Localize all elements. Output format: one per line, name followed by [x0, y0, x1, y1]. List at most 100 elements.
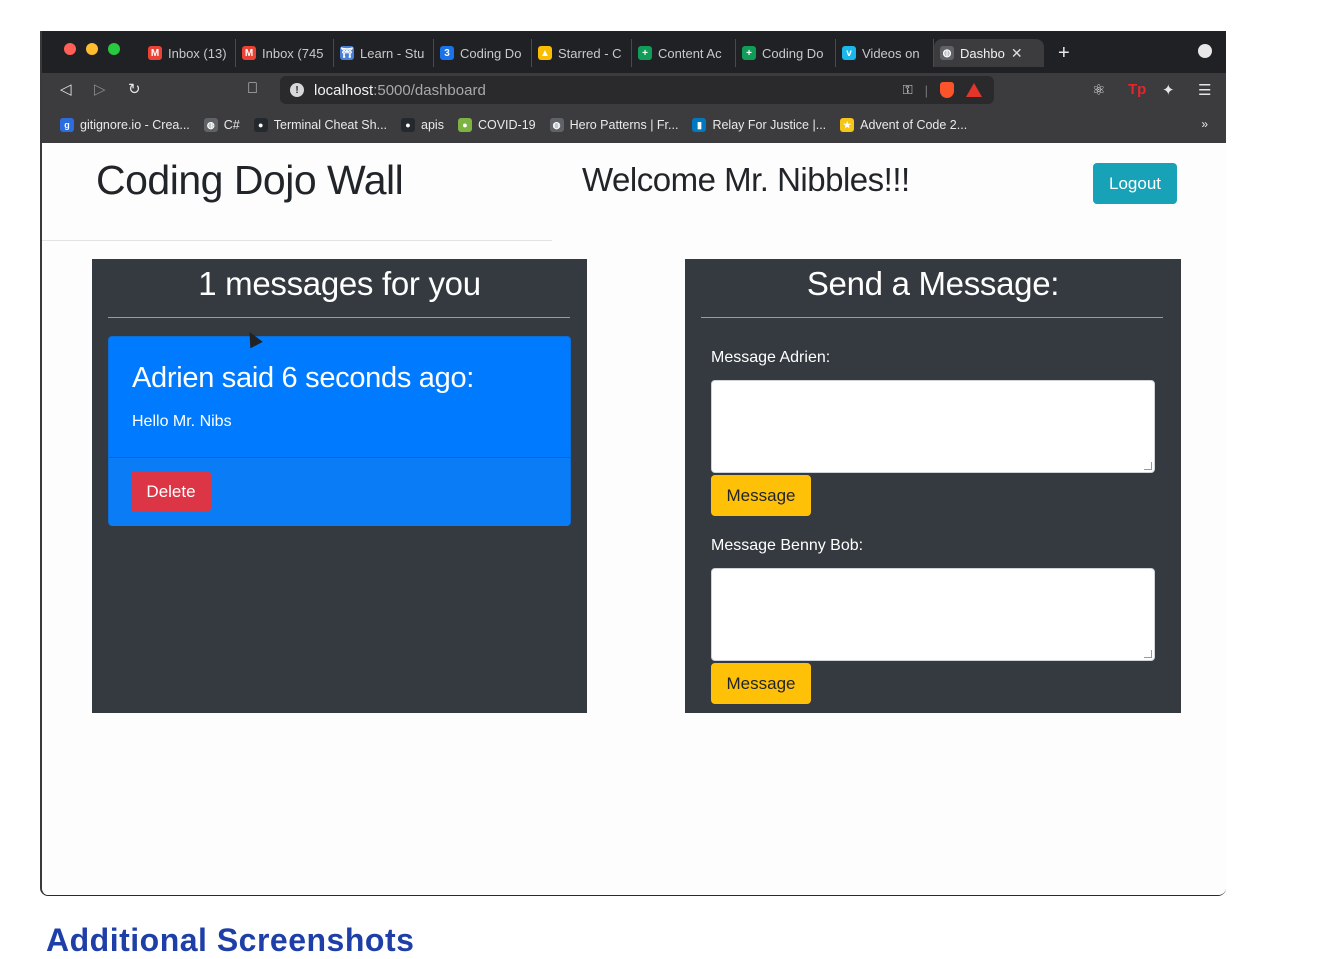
covid-icon: ●: [457, 118, 472, 132]
message-adrien-button[interactable]: Message: [711, 475, 811, 516]
message-card: Adrien said 6 seconds ago: Hello Mr. Nib…: [108, 336, 571, 526]
react-devtools-icon[interactable]: ⚛: [1092, 81, 1105, 99]
messages-panel: 1 messages for you Adrien said 6 seconds…: [92, 259, 587, 713]
tab-label: Inbox (745: [262, 45, 324, 61]
bookmark-item[interactable]: g gitignore.io - Crea...: [60, 118, 190, 132]
tab-label: Learn - Stu: [360, 45, 425, 61]
tab-search-icon[interactable]: [1198, 44, 1212, 58]
bookmark-item[interactable]: ◍ C#: [203, 118, 240, 132]
tab-label: Dashbo: [960, 45, 1005, 61]
section-caption: Additional Screenshots: [46, 922, 415, 958]
bookmark-label: gitignore.io - Crea...: [80, 118, 190, 132]
zoom-window-icon[interactable]: [108, 43, 120, 55]
bookmark-item[interactable]: ★ Advent of Code 2...: [840, 118, 967, 132]
menu-icon[interactable]: ☰: [1198, 81, 1211, 99]
tp-extension-icon[interactable]: Tp: [1128, 81, 1146, 98]
star-icon: ★: [840, 118, 855, 132]
globe-icon: ◍: [549, 118, 564, 132]
extensions-icon[interactable]: ✦: [1162, 81, 1175, 99]
tab-strip: M Inbox (13) M Inbox (745 ⛩ Learn - Stu 3 Codin…: [142, 39, 1070, 67]
bookmark-icon[interactable]: ⎕: [248, 80, 257, 97]
forward-icon[interactable]: ▷: [94, 80, 106, 98]
delete-button[interactable]: Delete: [131, 471, 211, 512]
bookmark-item[interactable]: ● COVID-19: [457, 118, 536, 132]
message-card-footer: Delete: [109, 457, 570, 526]
tab-label: Coding Do: [460, 45, 522, 61]
close-tab-icon[interactable]: ✕: [1011, 45, 1023, 62]
message-benny-bob-label: Message Benny Bob:: [711, 537, 864, 554]
globe-icon: ◍: [203, 118, 218, 132]
minimize-window-icon[interactable]: [86, 43, 98, 55]
brave-shields-icon[interactable]: [940, 82, 954, 98]
tab-bar: M Inbox (13) M Inbox (745 ⛩ Learn - Stu 3 Codin…: [42, 31, 1226, 73]
browser-toolbar: ◁ ▷ ↻ ⎕ ! localhost:5000/dashboard ⚿ | ⚛…: [42, 73, 1226, 107]
browser-tab[interactable]: v Videos on: [836, 39, 934, 67]
browser-tab[interactable]: M Inbox (13): [142, 39, 236, 67]
bookmarks-overflow-icon[interactable]: »: [1201, 117, 1208, 131]
brave-rewards-icon[interactable]: [966, 83, 982, 97]
message-title: Adrien said 6 seconds ago:: [132, 362, 475, 394]
url-host: localhost: [314, 81, 374, 99]
bookmark-item[interactable]: ● apis: [401, 118, 444, 132]
browser-tab[interactable]: ▲ Starred - C: [532, 39, 632, 67]
new-tab-icon[interactable]: +: [1058, 42, 1070, 65]
brand-title: Coding Dojo Wall: [96, 157, 404, 203]
bookmark-label: Relay For Justice |...: [712, 118, 827, 132]
logout-button[interactable]: Logout: [1093, 163, 1177, 204]
bookmarks-bar: g gitignore.io - Crea... ◍ C# ● Terminal Chea…: [42, 107, 1226, 143]
url-path: :5000/dashboard: [373, 81, 486, 99]
header-divider: [42, 240, 552, 241]
reload-icon[interactable]: ↻: [128, 80, 141, 98]
bookmark-label: apis: [421, 118, 444, 132]
site-info-icon[interactable]: !: [290, 83, 304, 97]
address-bar[interactable]: ! localhost:5000/dashboard ⚿ |: [280, 76, 994, 104]
page-content: Coding Dojo Wall Welcome Mr. Nibbles!!! …: [42, 143, 1226, 895]
globe-icon: ◍: [940, 46, 954, 60]
sheets-icon: +: [638, 46, 652, 60]
vimeo-icon: v: [842, 46, 856, 60]
resize-grip-icon[interactable]: [1144, 462, 1152, 470]
browser-window: M Inbox (13) M Inbox (745 ⛩ Learn - Stu 3 Codin…: [40, 31, 1226, 896]
bookmark-label: Hero Patterns | Fr...: [569, 118, 679, 132]
tab-label: Coding Do: [762, 45, 824, 61]
torii-icon: ⛩: [340, 46, 354, 60]
bookmark-label: Terminal Cheat Sh...: [273, 118, 388, 132]
back-icon[interactable]: ◁: [60, 80, 72, 98]
bookmark-item[interactable]: ◍ Hero Patterns | Fr...: [549, 118, 679, 132]
tab-label: Starred - C: [558, 45, 622, 61]
message-adrien-label: Message Adrien:: [711, 349, 831, 366]
messages-heading: 1 messages for you: [198, 265, 481, 302]
browser-tab[interactable]: ◍ Dashbo ✕: [934, 39, 1044, 67]
bookmark-label: C#: [223, 118, 240, 132]
browser-tab[interactable]: 3 Coding Do: [434, 39, 532, 67]
resize-grip-icon[interactable]: [1144, 650, 1152, 658]
send-message-panel: Send a Message: Message Adrien: Message …: [685, 259, 1181, 713]
tab-label: Content Ac: [658, 45, 722, 61]
browser-tab[interactable]: M Inbox (745: [236, 39, 334, 67]
gmail-icon: M: [242, 46, 256, 60]
github-icon: ●: [401, 118, 416, 132]
github-icon: ●: [253, 118, 268, 132]
browser-tab[interactable]: + Content Ac: [632, 39, 736, 67]
browser-tab[interactable]: + Coding Do: [736, 39, 836, 67]
bookmark-item[interactable]: ● Terminal Cheat Sh...: [253, 118, 388, 132]
trello-icon: ▮: [692, 118, 707, 132]
send-heading: Send a Message:: [806, 265, 1060, 302]
message-benny-bob-button[interactable]: Message: [711, 663, 811, 704]
browser-tab[interactable]: ⛩ Learn - Stu: [334, 39, 434, 67]
key-icon[interactable]: ⚿: [903, 82, 913, 98]
close-window-icon[interactable]: [64, 43, 76, 55]
message-benny-bob-textarea[interactable]: [711, 568, 1155, 661]
tab-label: Videos on: [862, 45, 920, 61]
bookmark-item[interactable]: ▮ Relay For Justice |...: [692, 118, 826, 132]
messages-divider: [108, 317, 570, 318]
gitignore-icon: g: [60, 118, 74, 132]
message-adrien-textarea[interactable]: [711, 380, 1155, 473]
drive-icon: ▲: [538, 46, 552, 60]
welcome-heading: Welcome Mr. Nibbles!!!: [582, 161, 910, 198]
message-body: Hello Mr. Nibs: [132, 413, 232, 430]
bookmark-label: COVID-19: [477, 118, 536, 132]
sheets-icon: +: [742, 46, 756, 60]
bookmark-label: Advent of Code 2...: [860, 118, 968, 132]
send-divider: [701, 317, 1163, 318]
